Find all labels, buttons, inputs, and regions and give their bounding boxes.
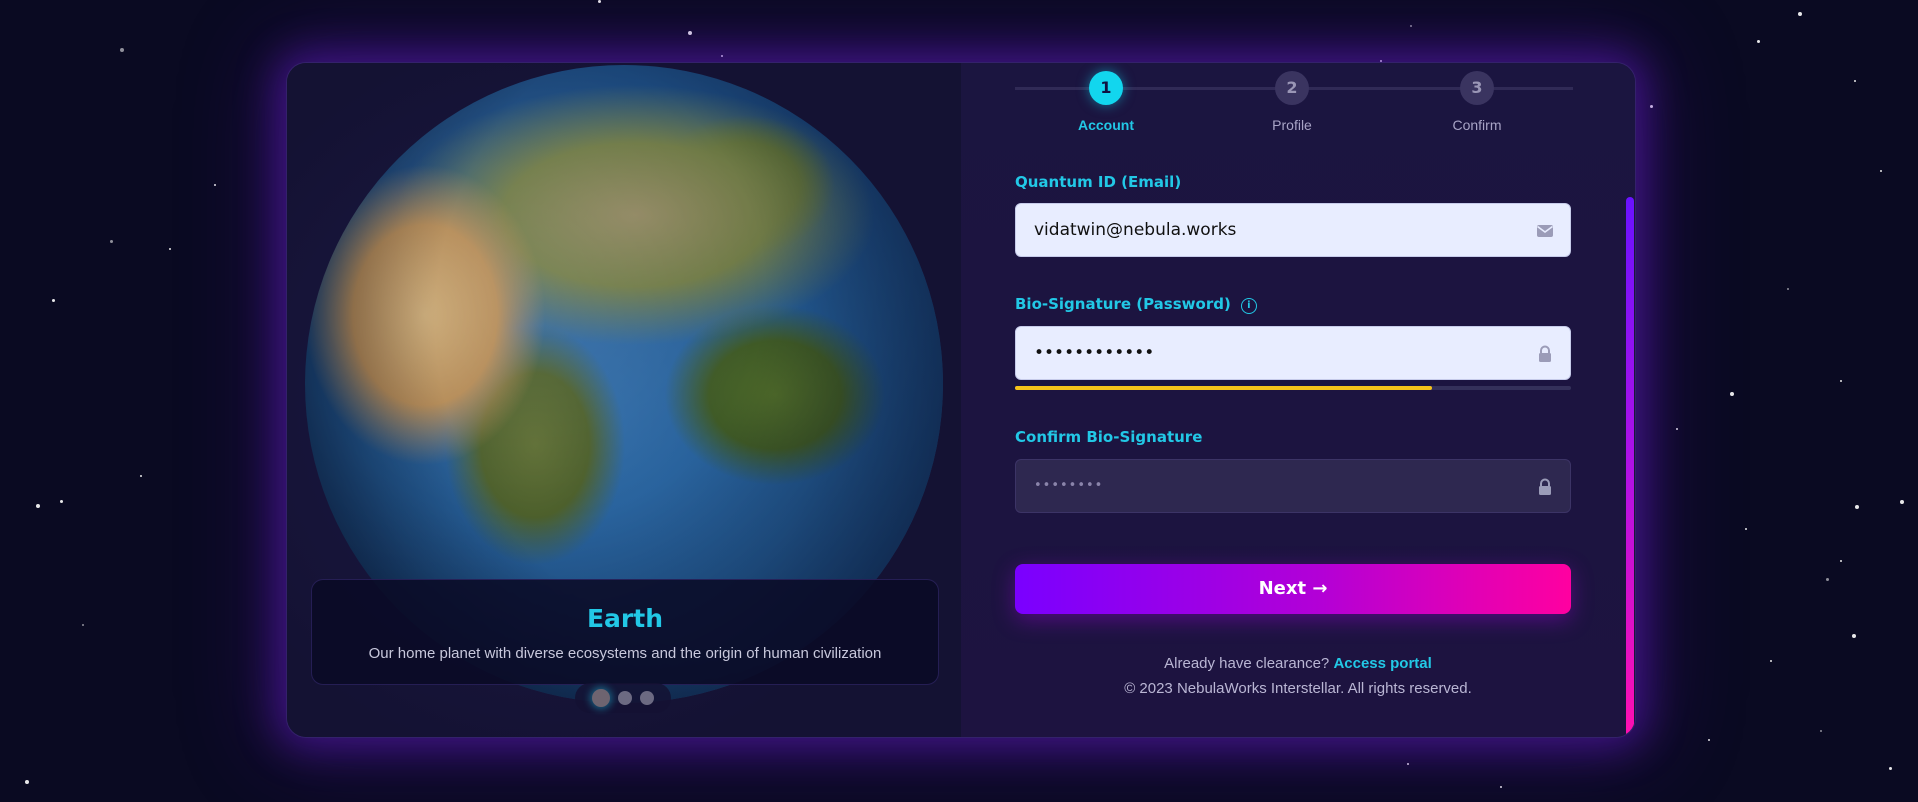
- star: [140, 475, 142, 477]
- progress-stepper: 1 Account 2 Profile 3 Confirm: [1015, 67, 1573, 147]
- password-strength-meter: [1015, 386, 1571, 390]
- signup-card: Earth Our home planet with diverse ecosy…: [286, 62, 1636, 738]
- next-button[interactable]: Next →: [1015, 564, 1571, 614]
- star: [1820, 730, 1822, 732]
- star: [1880, 170, 1882, 172]
- confirm-password-field[interactable]: ••••••••: [1015, 459, 1571, 513]
- star: [52, 299, 55, 302]
- copyright-text: © 2023 NebulaWorks Interstellar. All rig…: [1124, 680, 1472, 697]
- password-label-row: Bio-Signature (Password) i: [1015, 295, 1257, 314]
- planet-description: Our home planet with diverse ecosystems …: [368, 645, 882, 662]
- star: [214, 184, 216, 186]
- star: [82, 624, 84, 626]
- planet-info-box: Earth Our home planet with diverse ecosy…: [311, 579, 939, 685]
- confirm-password-label: Confirm Bio-Signature: [1015, 428, 1203, 446]
- planet-showcase: Earth Our home planet with diverse ecosy…: [287, 63, 961, 737]
- star: [598, 0, 601, 3]
- star: [110, 240, 113, 243]
- lock-icon: [1539, 345, 1551, 362]
- star: [1855, 505, 1859, 509]
- star: [60, 500, 63, 503]
- step-account[interactable]: 1 Account: [1056, 71, 1156, 133]
- registration-form-panel: 1 Account 2 Profile 3 Confirm Quantum ID…: [961, 63, 1635, 737]
- star: [1900, 500, 1904, 504]
- email-label: Quantum ID (Email): [1015, 173, 1182, 191]
- star: [688, 31, 692, 35]
- step-profile[interactable]: 2 Profile: [1242, 71, 1342, 133]
- star: [1650, 105, 1653, 108]
- lock-icon: [1539, 478, 1551, 495]
- star: [1757, 40, 1760, 43]
- step-label: Confirm: [1452, 117, 1502, 133]
- step-number: 1: [1089, 71, 1123, 105]
- step-label: Account: [1078, 117, 1134, 133]
- carousel-dot-1[interactable]: [592, 689, 610, 707]
- star: [1500, 786, 1502, 788]
- scrollbar[interactable]: [1626, 197, 1634, 737]
- star: [1708, 739, 1710, 741]
- star: [1854, 80, 1856, 82]
- star: [1407, 763, 1409, 765]
- star: [1730, 392, 1734, 396]
- star: [120, 48, 124, 52]
- star: [1826, 578, 1829, 581]
- star: [1787, 288, 1789, 290]
- star: [721, 55, 723, 57]
- star: [1745, 528, 1747, 530]
- carousel-dot-3[interactable]: [640, 691, 654, 705]
- star: [25, 780, 29, 784]
- star: [1410, 25, 1412, 27]
- star: [1840, 560, 1842, 562]
- step-number: 2: [1275, 71, 1309, 105]
- step-label: Profile: [1272, 117, 1312, 133]
- login-prompt-text: Already have clearance?: [1164, 655, 1334, 672]
- access-portal-link[interactable]: Access portal: [1333, 655, 1431, 672]
- password-strength-fill: [1015, 386, 1432, 390]
- carousel-dots: [575, 683, 671, 713]
- star: [1770, 660, 1772, 662]
- password-value: ••••••••••••: [1034, 343, 1155, 363]
- email-value: vidatwin@nebula.works: [1034, 220, 1237, 240]
- star: [1840, 380, 1842, 382]
- planet-title: Earth: [586, 604, 664, 633]
- step-confirm[interactable]: 3 Confirm: [1427, 71, 1527, 133]
- confirm-password-placeholder: ••••••••: [1034, 478, 1104, 493]
- password-label: Bio-Signature (Password): [1015, 295, 1231, 313]
- email-field[interactable]: vidatwin@nebula.works: [1015, 203, 1571, 257]
- star: [36, 504, 40, 508]
- envelope-icon: [1537, 225, 1553, 237]
- login-prompt: Already have clearance? Access portal: [961, 655, 1635, 672]
- star: [1889, 767, 1892, 770]
- star: [169, 248, 171, 250]
- info-icon[interactable]: i: [1240, 298, 1257, 314]
- carousel-dot-2[interactable]: [618, 691, 632, 705]
- password-field[interactable]: ••••••••••••: [1015, 326, 1571, 380]
- step-number: 3: [1460, 71, 1494, 105]
- star: [1798, 12, 1802, 16]
- star: [1852, 634, 1856, 638]
- star: [1676, 428, 1678, 430]
